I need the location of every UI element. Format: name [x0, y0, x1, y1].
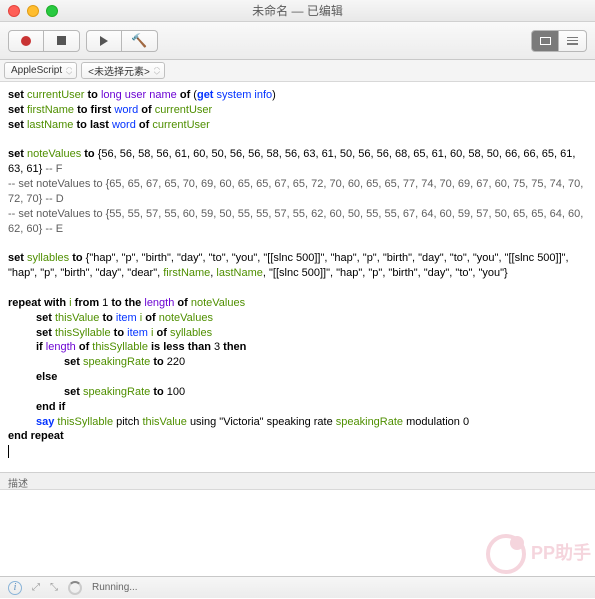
run-button[interactable]: [86, 30, 122, 52]
watermark: PP助手: [486, 534, 591, 574]
close-button[interactable]: [8, 5, 20, 17]
toolbar: 🔨: [0, 22, 595, 60]
record-button[interactable]: [8, 30, 44, 52]
description-label: 描述: [0, 472, 595, 490]
window-title: 未命名 — 已编辑: [252, 2, 343, 19]
hammer-icon: 🔨: [131, 33, 147, 49]
elements-dropdown[interactable]: <未选择元素>: [81, 62, 165, 79]
language-dropdown[interactable]: AppleScript: [4, 62, 77, 79]
lines-icon: [567, 37, 578, 45]
accessory-icon[interactable]: ⤢: [32, 582, 40, 593]
script-editor[interactable]: set currentUser to long user name of (ge…: [0, 82, 595, 472]
info-icon[interactable]: i: [8, 581, 22, 595]
bounds-icon: [540, 37, 551, 45]
record-icon: [21, 36, 31, 46]
stop-icon: [57, 36, 66, 45]
accessory-icon-2[interactable]: ⤡: [50, 582, 58, 593]
window-titlebar: 未命名 — 已编辑: [0, 0, 595, 22]
traffic-lights: [8, 5, 58, 17]
play-icon: [100, 36, 108, 46]
text-cursor: [8, 445, 9, 458]
compile-button[interactable]: 🔨: [122, 30, 158, 52]
status-bar: i ⤢ ⤡ Running...: [0, 576, 595, 598]
spinner-icon: [68, 581, 82, 595]
language-bar: AppleScript <未选择元素>: [0, 60, 595, 82]
stop-button[interactable]: [44, 30, 80, 52]
status-text: Running...: [92, 582, 138, 593]
description-area[interactable]: PP助手: [0, 490, 595, 576]
view-mode-bounds[interactable]: [531, 30, 559, 52]
view-mode-log[interactable]: [559, 30, 587, 52]
minimize-button[interactable]: [27, 5, 39, 17]
maximize-button[interactable]: [46, 5, 58, 17]
